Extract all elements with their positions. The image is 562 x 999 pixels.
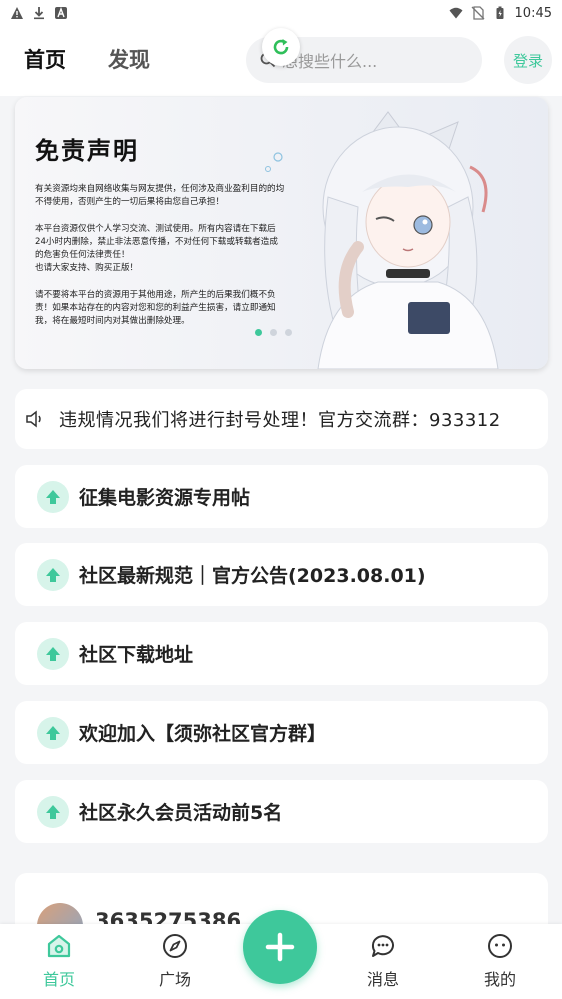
post-title: 欢迎加入【须弥社区官方群】 [79,723,327,745]
banner-text: 有关资源均来自网络收集与网友提供，任何涉及商业盈利目的的均不得使用，否则产生的一… [35,184,285,327]
pin-icon [37,716,69,749]
wifi-icon [449,7,463,19]
download-icon [34,7,44,20]
pinned-post[interactable]: 欢迎加入【须弥社区官方群】 [15,701,548,764]
speaker-icon [26,410,41,428]
nav-profile-label: 我的 [483,970,516,989]
tab-home[interactable]: 首页 [22,44,66,76]
battery-icon [496,6,504,19]
login-label: 登录 [512,51,543,70]
banner-title: 免责声明 [35,137,139,165]
login-button[interactable]: 登录 [504,36,552,84]
notice-bar[interactable]: 违规情况我们将进行封号处理！官方交流群：933312 [15,389,548,449]
carousel-dot[interactable] [285,329,292,336]
carousel-dot[interactable] [255,329,262,336]
pin-icon [37,637,69,670]
nav-home[interactable]: 首页 [24,932,94,990]
create-post-button[interactable] [243,910,317,984]
tab-discover-label: 发现 [108,48,150,72]
pin-icon [37,795,69,828]
post-title: 社区永久会员活动前5名 [79,802,283,824]
profile-icon [488,934,512,958]
home-icon [47,934,71,958]
pinned-post[interactable]: 征集电影资源专用帖 [15,465,548,528]
nav-square-label: 广场 [158,970,191,989]
status-bar: 10:45 [0,0,562,26]
compass-icon [163,934,187,958]
pinned-post[interactable]: 社区永久会员活动前5名 [15,780,548,843]
carousel-indicator [255,329,292,336]
anime-girl-illustration [265,111,499,369]
disclaimer-banner[interactable]: 免责声明 有关资源均来自网络收集与网友提供，任何涉及商业盈利目的的均不得使用，否… [15,97,548,369]
top-header: 首页 发现 想搜些什么... 登录 [0,26,562,96]
app-a-icon [55,7,67,19]
warning-icon [11,7,23,19]
no-sim-icon [471,6,484,20]
post-title: 征集电影资源专用帖 [79,487,251,509]
nav-home-label: 首页 [42,970,75,989]
nav-messages[interactable]: 消息 [348,932,418,990]
pinned-post[interactable]: 社区下载地址 [15,622,548,685]
nav-profile[interactable]: 我的 [465,932,535,990]
post-title: 社区下载地址 [79,644,194,666]
message-icon [371,935,394,957]
clock: 10:45 [514,5,552,21]
nav-messages-label: 消息 [366,970,399,989]
notice-text: 违规情况我们将进行封号处理！官方交流群：933312 [59,410,501,431]
post-title: 社区最新规范｜官方公告(2023.08.01) [79,565,426,587]
tab-home-label: 首页 [24,48,66,72]
pin-icon [37,480,69,513]
nav-square[interactable]: 广场 [140,932,210,990]
tab-discover[interactable]: 发现 [108,44,150,74]
refresh-icon [273,39,289,55]
pinned-post[interactable]: 社区最新规范｜官方公告(2023.08.01) [15,543,548,606]
refresh-button[interactable] [262,28,300,66]
carousel-dot[interactable] [270,329,277,336]
plus-icon [265,932,295,962]
pin-icon [37,558,69,591]
